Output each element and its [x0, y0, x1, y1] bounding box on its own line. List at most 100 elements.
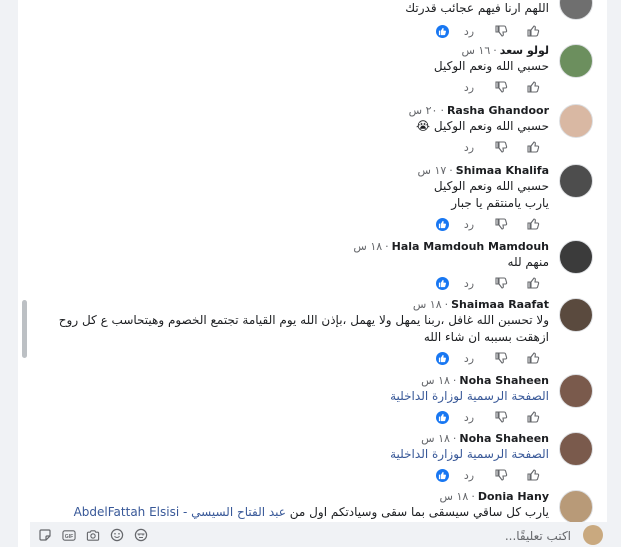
comment-time[interactable]: ١٨ س: [353, 240, 382, 253]
thumbs-up-icon: [527, 218, 540, 230]
avatar[interactable]: [559, 44, 593, 78]
avatar[interactable]: [559, 298, 593, 332]
like-reaction-icon: [438, 354, 446, 362]
commenter-name[interactable]: لولو سعد: [500, 44, 549, 57]
comment-text: حسبي الله ونعم الوكيل 😭: [416, 119, 549, 133]
avatar[interactable]: [559, 240, 593, 274]
comment-text-line2: يارب يامنتقم يا جبار: [451, 196, 549, 210]
dislike-button[interactable]: [485, 140, 517, 154]
avatar[interactable]: [559, 104, 593, 138]
thumbs-up-icon: [527, 411, 540, 423]
comment-text: اللهم ارنا فيهم عجائب قدرتك: [405, 1, 549, 15]
avatar[interactable]: [559, 432, 593, 466]
reply-button[interactable]: رد: [453, 218, 485, 231]
dislike-button[interactable]: [485, 24, 517, 38]
reply-button[interactable]: رد: [453, 411, 485, 424]
like-button[interactable]: [517, 351, 549, 365]
thumbs-down-icon: [495, 81, 508, 93]
comment-text: حسبي الله ونعم الوكيل: [433, 179, 549, 193]
dislike-button[interactable]: [485, 217, 517, 231]
thumbs-up-icon: [527, 141, 540, 153]
like-reaction-icon: [438, 413, 446, 421]
reply-button[interactable]: رد: [453, 277, 485, 290]
reaction-like-badge[interactable]: [431, 467, 453, 483]
thumbs-down-icon: [495, 218, 508, 230]
like-button[interactable]: [517, 24, 549, 38]
commenter-name[interactable]: Noha Shaheen: [459, 432, 549, 445]
comment-item: لولو سعد·١٦ س حسبي الله ونعم الوكيل رد: [33, 44, 593, 100]
avatar-sticker-icon[interactable]: [134, 528, 148, 542]
comment-time[interactable]: ١٨ س: [413, 298, 442, 311]
avatar[interactable]: [559, 0, 593, 20]
reply-button[interactable]: رد: [453, 141, 485, 154]
comment-time[interactable]: ٢٠ س: [409, 104, 438, 117]
like-button[interactable]: [517, 140, 549, 154]
comment-time[interactable]: ١٧ س: [418, 164, 447, 177]
comment-text: ولا تحسبن الله غافل ،ربنا يمهل ولا يهمل …: [58, 313, 549, 327]
reply-button[interactable]: رد: [453, 352, 485, 365]
svg-text:GIF: GIF: [65, 533, 74, 539]
gif-icon[interactable]: GIF: [62, 528, 76, 542]
comment-time[interactable]: ١٨ س: [421, 374, 450, 387]
comment-text-link[interactable]: الصفحة الرسمية لوزارة الداخلية: [29, 388, 549, 405]
reaction-like-badge[interactable]: [431, 275, 453, 291]
comment-text-prefix: يارب كل ساقي سيسقى بما سقى وسيادتكم اول …: [289, 505, 549, 519]
comment-item: Rasha Ghandoor·٢٠ س حسبي الله ونعم الوكي…: [33, 104, 593, 162]
dislike-button[interactable]: [485, 80, 517, 94]
reaction-like-badge[interactable]: [431, 23, 453, 39]
comment-item: Shaimaa Raafat·١٨ س ولا تحسبن الله غافل …: [33, 298, 593, 370]
thumbs-down-icon: [495, 411, 508, 423]
commenter-name[interactable]: Shaimaa Raafat: [451, 298, 549, 311]
reply-button[interactable]: رد: [453, 81, 485, 94]
dislike-button[interactable]: [485, 276, 517, 290]
like-button[interactable]: [517, 410, 549, 424]
avatar[interactable]: [559, 490, 593, 522]
commenter-name[interactable]: Hala Mamdouh Mamdouh: [392, 240, 549, 253]
comment-text: يارب كل ساقي سيسقى بما سقى وسيادتكم اول …: [33, 504, 549, 521]
commenter-name[interactable]: Donia Hany: [478, 490, 549, 503]
like-button[interactable]: [517, 217, 549, 231]
commenter-name[interactable]: Shimaa Khalifa: [456, 164, 549, 177]
thumbs-down-icon: [495, 277, 508, 289]
thumbs-up-icon: [527, 352, 540, 364]
reaction-like-badge[interactable]: [431, 409, 453, 425]
emoji-icon[interactable]: [110, 528, 124, 542]
comment-item: اللهم ارنا فيهم عجائب قدرتك رد: [33, 0, 593, 39]
sticker-icon[interactable]: [38, 528, 52, 542]
like-reaction-icon: [438, 220, 446, 228]
mention-link[interactable]: عبد الفتاح السيسي - AbdelFattah Elsisi: [74, 505, 286, 519]
dislike-button[interactable]: [485, 468, 517, 482]
like-button[interactable]: [517, 80, 549, 94]
reply-button[interactable]: رد: [453, 25, 485, 38]
comment-composer: اكتب تعليقًا... GIF: [30, 522, 607, 547]
thumbs-down-icon: [495, 352, 508, 364]
comment-time[interactable]: ١٨ س: [421, 432, 450, 445]
comment-text-link[interactable]: الصفحة الرسمية لوزارة الداخلية: [29, 446, 549, 463]
comment-time[interactable]: ١٨ س: [440, 490, 469, 503]
avatar[interactable]: [559, 374, 593, 408]
commenter-name[interactable]: Noha Shaheen: [459, 374, 549, 387]
thumbs-down-icon: [495, 25, 508, 37]
like-reaction-icon: [438, 471, 446, 479]
comment-item: Hala Mamdouh Mamdouh·١٨ س منهم لله رد: [33, 240, 593, 296]
reaction-like-badge[interactable]: [431, 216, 453, 232]
like-reaction-icon: [438, 279, 446, 287]
comment-item: Shimaa Khalifa·١٧ س حسبي الله ونعم الوكي…: [33, 164, 593, 236]
thumbs-up-icon: [527, 81, 540, 93]
camera-icon[interactable]: [86, 528, 100, 542]
avatar[interactable]: [559, 164, 593, 198]
thumbs-down-icon: [495, 141, 508, 153]
thumbs-up-icon: [527, 277, 540, 289]
comment-time[interactable]: ١٦ س: [461, 44, 490, 57]
dislike-button[interactable]: [485, 351, 517, 365]
reply-button[interactable]: رد: [453, 469, 485, 482]
dislike-button[interactable]: [485, 410, 517, 424]
like-button[interactable]: [517, 276, 549, 290]
like-button[interactable]: [517, 468, 549, 482]
comment-text: حسبي الله ونعم الوكيل: [433, 59, 549, 73]
comment-item: Noha Shaheen·١٨ س الصفحة الرسمية لوزارة …: [33, 432, 593, 488]
comment-text-line2: ازهقت بسببه ان شاء الله: [423, 330, 549, 344]
reaction-like-badge[interactable]: [431, 350, 453, 366]
commenter-name[interactable]: Rasha Ghandoor: [447, 104, 549, 117]
comment-item: Noha Shaheen·١٨ س الصفحة الرسمية لوزارة …: [33, 374, 593, 430]
